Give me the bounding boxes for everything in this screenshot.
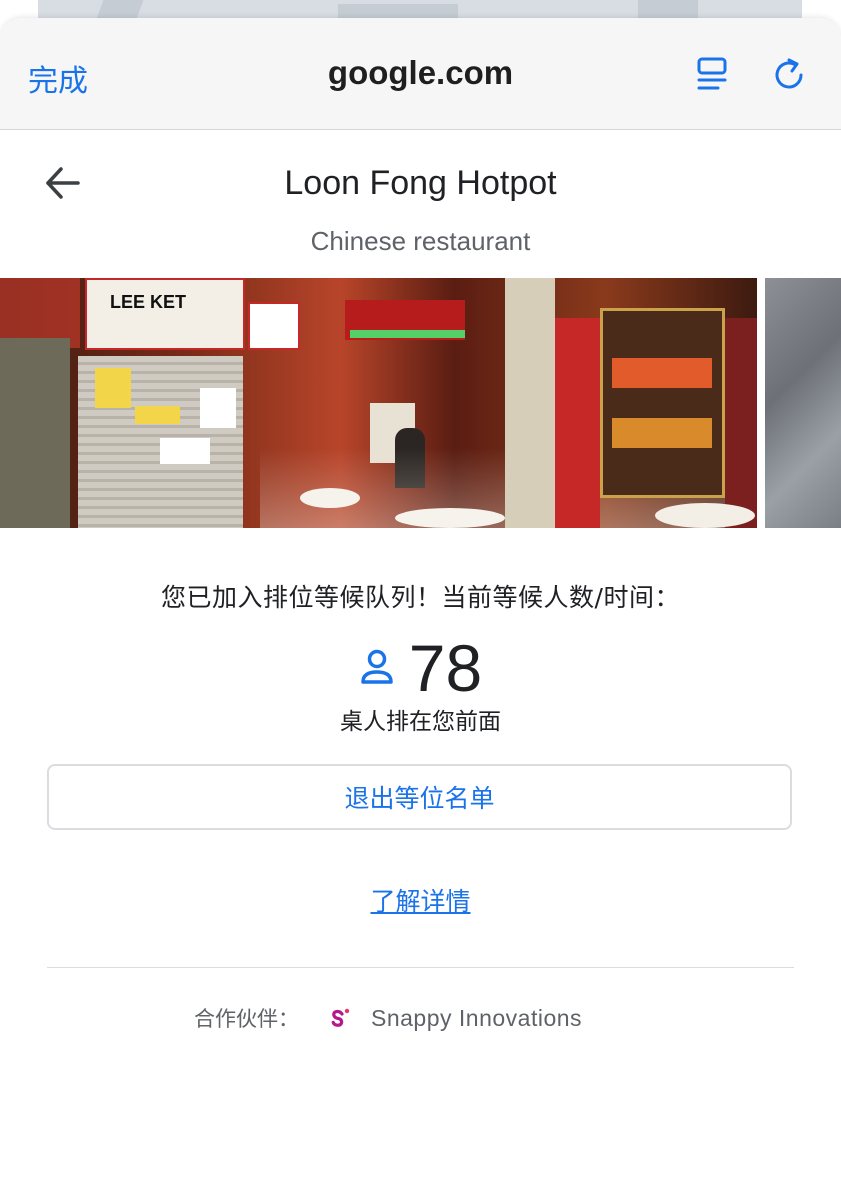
learn-more-link[interactable]: 了解详情 [370, 887, 470, 916]
queue-count: 78 [408, 631, 483, 705]
person-icon [361, 649, 393, 684]
partner-row: 合作伙伴： Snappy Innovations [194, 1000, 582, 1036]
snappy-logo-icon [331, 1008, 350, 1027]
partner-label: 合作伙伴： [194, 1007, 299, 1031]
photo-sign: LEE KET [110, 292, 187, 312]
reload-icon[interactable] [771, 56, 809, 94]
restaurant-category: Chinese restaurant [310, 226, 531, 256]
restaurant-photo[interactable]: LEE KET [0, 278, 757, 528]
browser-toolbar: 完成 google.com [0, 18, 841, 130]
next-photo[interactable] [765, 278, 841, 528]
leave-waitlist-button[interactable]: 退出等位名单 [47, 764, 792, 830]
queue-count-row: 78 [0, 628, 841, 708]
partner-name: Snappy Innovations [371, 1004, 583, 1031]
browser-sheet: 完成 google.com Loon Fong Hotpot Chinese r… [0, 18, 841, 1200]
tables-ahead-label: 桌人排在您前面 [340, 709, 501, 735]
learn-more-row: 了解详情 [0, 882, 841, 918]
restaurant-title: Loon Fong Hotpot [284, 164, 557, 202]
queue-message: 您已加入排位等候队列！当前等候人数/时间： [161, 583, 680, 612]
reader-view-icon[interactable] [694, 56, 732, 94]
divider [47, 967, 794, 968]
